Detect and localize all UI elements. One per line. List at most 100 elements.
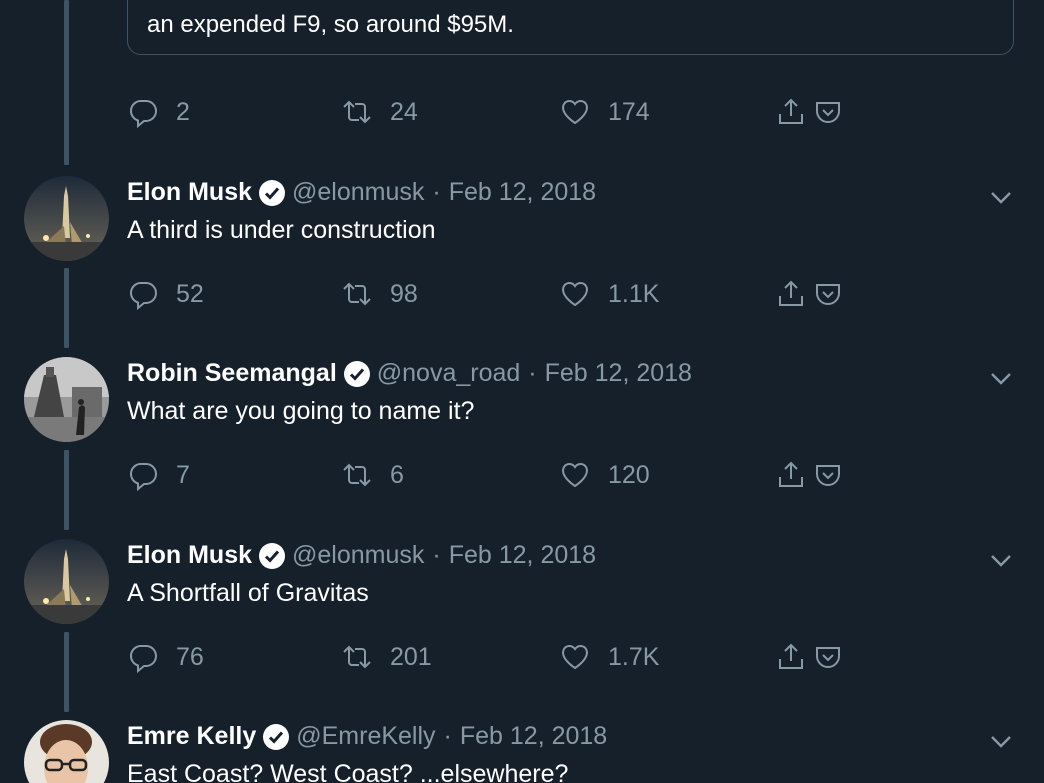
more-options-button[interactable] bbox=[988, 365, 1014, 391]
retweet-icon bbox=[343, 100, 371, 124]
retweet-button[interactable]: 201 bbox=[341, 637, 432, 677]
avatar[interactable] bbox=[24, 720, 109, 783]
retweet-button[interactable]: 98 bbox=[341, 274, 418, 314]
reply-count: 7 bbox=[176, 460, 190, 489]
like-count: 1.1K bbox=[608, 279, 660, 308]
retweet-count: 6 bbox=[390, 460, 404, 489]
like-icon bbox=[561, 644, 589, 670]
tweet-actions: 76 201 1.7K bbox=[127, 637, 857, 677]
share-button[interactable] bbox=[775, 637, 807, 677]
more-options-button[interactable] bbox=[988, 184, 1014, 210]
more-options-button[interactable] bbox=[988, 728, 1014, 754]
retweet-count: 201 bbox=[390, 642, 432, 671]
pocket-icon bbox=[816, 465, 840, 486]
tweet-actions: 7 6 120 bbox=[127, 455, 857, 495]
like-button[interactable]: 120 bbox=[559, 455, 650, 495]
share-icon bbox=[779, 98, 803, 124]
tweet-actions: 52 98 1.1K bbox=[127, 274, 857, 314]
tweet[interactable]: Elon Musk @elonmusk · Feb 12, 2018 A Sho… bbox=[0, 539, 1044, 699]
tweet[interactable]: Robin Seemangal @nova_road · Feb 12, 201… bbox=[0, 357, 1044, 517]
reply-count: 52 bbox=[176, 279, 204, 308]
author-handle[interactable]: @nova_road bbox=[377, 359, 521, 388]
chevron-down-icon bbox=[991, 373, 1011, 385]
author-name[interactable]: Elon Musk bbox=[127, 178, 252, 207]
tweet-text: A Shortfall of Gravitas bbox=[127, 579, 369, 607]
author-handle[interactable]: @elonmusk bbox=[292, 178, 424, 207]
separator: · bbox=[528, 359, 537, 387]
thread-line bbox=[64, 0, 69, 165]
reply-icon bbox=[129, 282, 157, 310]
verified-badge-icon bbox=[263, 723, 290, 750]
tweet-date[interactable]: Feb 12, 2018 bbox=[449, 541, 596, 570]
verified-badge-icon bbox=[343, 360, 370, 387]
retweet-button[interactable]: 6 bbox=[341, 455, 404, 495]
reply-icon bbox=[129, 645, 157, 673]
like-icon bbox=[561, 462, 589, 488]
pocket-button[interactable] bbox=[812, 455, 844, 495]
like-count: 120 bbox=[608, 460, 650, 489]
chevron-down-icon bbox=[991, 555, 1011, 567]
tweet-date[interactable]: Feb 12, 2018 bbox=[449, 178, 596, 207]
retweet-icon bbox=[343, 282, 371, 306]
like-icon bbox=[561, 99, 589, 125]
avatar[interactable] bbox=[24, 357, 109, 442]
pocket-icon bbox=[816, 647, 840, 668]
tweet-text: A third is under construction bbox=[127, 216, 436, 244]
author-name[interactable]: Robin Seemangal bbox=[127, 359, 337, 388]
tweet[interactable]: Emre Kelly @EmreKelly · Feb 12, 2018 Eas… bbox=[0, 720, 1044, 783]
separator: · bbox=[432, 541, 441, 569]
tweet-actions: 2 24 174 bbox=[127, 92, 857, 132]
tweet-header: Emre Kelly @EmreKelly · Feb 12, 2018 bbox=[127, 722, 607, 751]
share-button[interactable] bbox=[775, 274, 807, 314]
verified-badge-icon bbox=[259, 542, 286, 569]
share-icon bbox=[779, 643, 803, 669]
tweet-date[interactable]: Feb 12, 2018 bbox=[460, 722, 607, 751]
like-button[interactable]: 1.7K bbox=[559, 637, 659, 677]
reply-count: 76 bbox=[176, 642, 204, 671]
reply-icon bbox=[129, 463, 157, 491]
like-count: 174 bbox=[608, 97, 650, 126]
pocket-button[interactable] bbox=[812, 92, 844, 132]
more-options-button[interactable] bbox=[988, 547, 1014, 573]
quoted-tweet-card[interactable]: an expended F9, so around $95M. bbox=[127, 0, 1014, 55]
like-count: 1.7K bbox=[608, 642, 660, 671]
retweet-count: 24 bbox=[390, 97, 418, 126]
tweet-header: Elon Musk @elonmusk · Feb 12, 2018 bbox=[127, 541, 596, 570]
tweet-text: East Coast? West Coast? ...elsewhere? bbox=[127, 760, 569, 783]
separator: · bbox=[432, 178, 441, 206]
retweet-button[interactable]: 24 bbox=[341, 92, 418, 132]
retweet-icon bbox=[343, 645, 371, 669]
like-button[interactable]: 174 bbox=[559, 92, 650, 132]
avatar[interactable] bbox=[24, 176, 109, 261]
avatar[interactable] bbox=[24, 539, 109, 624]
retweet-count: 98 bbox=[390, 279, 418, 308]
reply-button[interactable]: 2 bbox=[127, 92, 190, 132]
author-name[interactable]: Emre Kelly bbox=[127, 722, 256, 751]
like-icon bbox=[561, 281, 589, 307]
tweet-header: Robin Seemangal @nova_road · Feb 12, 201… bbox=[127, 359, 692, 388]
share-button[interactable] bbox=[775, 455, 807, 495]
chevron-down-icon bbox=[991, 192, 1011, 204]
like-button[interactable]: 1.1K bbox=[559, 274, 659, 314]
author-handle[interactable]: @elonmusk bbox=[292, 541, 424, 570]
share-icon bbox=[779, 461, 803, 487]
reply-button[interactable]: 52 bbox=[127, 274, 204, 314]
pocket-icon bbox=[816, 284, 840, 305]
author-handle[interactable]: @EmreKelly bbox=[296, 722, 435, 751]
reply-icon bbox=[129, 100, 157, 128]
chevron-down-icon bbox=[991, 736, 1011, 748]
quoted-tweet-text: an expended F9, so around $95M. bbox=[147, 11, 514, 38]
verified-badge-icon bbox=[259, 179, 286, 206]
reply-button[interactable]: 7 bbox=[127, 455, 190, 495]
reply-button[interactable]: 76 bbox=[127, 637, 204, 677]
retweet-icon bbox=[343, 463, 371, 487]
tweet-header: Elon Musk @elonmusk · Feb 12, 2018 bbox=[127, 178, 596, 207]
tweet-text: What are you going to name it? bbox=[127, 397, 475, 425]
tweet[interactable]: Elon Musk @elonmusk · Feb 12, 2018 A thi… bbox=[0, 176, 1044, 336]
share-button[interactable] bbox=[775, 92, 807, 132]
author-name[interactable]: Elon Musk bbox=[127, 541, 252, 570]
pocket-button[interactable] bbox=[812, 637, 844, 677]
tweet-date[interactable]: Feb 12, 2018 bbox=[545, 359, 692, 388]
pocket-button[interactable] bbox=[812, 274, 844, 314]
share-icon bbox=[779, 280, 803, 306]
